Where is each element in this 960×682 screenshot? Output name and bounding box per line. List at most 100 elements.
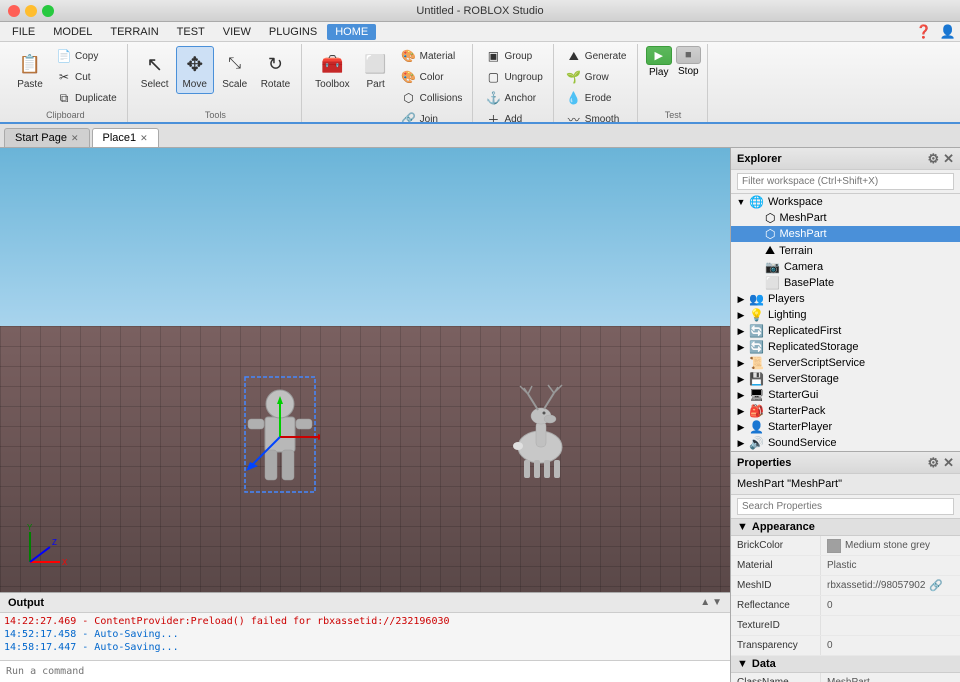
lighting-expand[interactable]: ▶ — [735, 310, 747, 321]
data-expand-icon[interactable]: ▼ — [737, 658, 748, 670]
explorer-close-icon[interactable]: ✕ — [943, 151, 954, 167]
tree-item-camera[interactable]: ▶ 📷 Camera — [731, 259, 960, 275]
titlebar: Untitled - ROBLOX Studio — [0, 0, 960, 22]
select-button[interactable]: ↖ Select — [136, 46, 174, 94]
paste-button[interactable]: 📋 Paste — [10, 46, 50, 94]
tab-place1[interactable]: Place1 ✕ — [92, 128, 159, 147]
part-button[interactable]: ⬜ Part — [357, 46, 395, 94]
add-button[interactable]: ＋ Add — [481, 109, 526, 124]
soundservice-icon: 🔊 — [749, 436, 764, 450]
account-icon[interactable]: 👤 — [940, 24, 956, 40]
duplicate-button[interactable]: ⧉ Duplicate — [52, 88, 121, 108]
tree-item-workspace[interactable]: ▼ 🌐 Workspace — [731, 194, 960, 210]
properties-settings-icon[interactable]: ⚙ — [927, 455, 939, 471]
ribbon-group-insert: 🧰 Toolbox ⬜ Part 🎨 Material 🎨 Color ⬡ Co — [304, 44, 473, 122]
tree-item-meshpart2[interactable]: ▶ ⬡ MeshPart — [731, 226, 960, 242]
explorer-search-input[interactable] — [737, 173, 954, 190]
tree-item-players[interactable]: ▶ 👥 Players — [731, 291, 960, 307]
tree-item-startergui[interactable]: ▶ 🖥 StarterGui — [731, 387, 960, 403]
help-icon[interactable]: ❓ — [916, 24, 932, 40]
players-expand[interactable]: ▶ — [735, 294, 747, 305]
starterplayer-expand[interactable]: ▶ — [735, 422, 747, 433]
minimize-button[interactable] — [25, 5, 37, 17]
rotate-button[interactable]: ↻ Rotate — [256, 46, 295, 94]
replicatedfirst-expand[interactable]: ▶ — [735, 326, 747, 337]
prop-section-data: ▼ Data — [731, 656, 960, 673]
move-button[interactable]: ✥ Move — [176, 46, 214, 94]
group-button[interactable]: ▣ Group — [481, 46, 536, 66]
startergui-expand[interactable]: ▶ — [735, 390, 747, 401]
meshid-link-icon[interactable]: 🔗 — [929, 579, 943, 592]
generate-button[interactable]: ⛰ Generate — [562, 46, 631, 66]
workspace-label: Workspace — [768, 196, 823, 208]
workspace-expand[interactable]: ▼ — [735, 197, 747, 207]
properties-search[interactable] — [731, 495, 960, 519]
join-button[interactable]: 🔗 Join — [397, 109, 442, 124]
lighting-icon: 💡 — [749, 308, 764, 322]
command-input[interactable] — [6, 666, 724, 677]
tab-close-place1[interactable]: ✕ — [140, 133, 148, 144]
play-button[interactable]: ▶ — [646, 46, 672, 65]
menu-view[interactable]: VIEW — [215, 24, 259, 40]
tree-item-starterpack[interactable]: ▶ 🎒 StarterPack — [731, 403, 960, 419]
collisions-button[interactable]: ⬡ Collisions — [397, 88, 467, 108]
serverstorage-expand[interactable]: ▶ — [735, 374, 747, 385]
properties-search-input[interactable] — [737, 498, 954, 515]
tree-item-replicatedfirst[interactable]: ▶ 🔄 ReplicatedFirst — [731, 323, 960, 339]
tree-item-lighting[interactable]: ▶ 💡 Lighting — [731, 307, 960, 323]
stop-button[interactable]: ■ — [676, 46, 701, 64]
menu-plugins[interactable]: PLUGINS — [261, 24, 325, 40]
soundservice-expand[interactable]: ▶ — [735, 438, 747, 449]
properties-close-icon[interactable]: ✕ — [943, 455, 954, 471]
erode-button[interactable]: 💧 Erode — [562, 88, 616, 108]
viewport-canvas[interactable]: X Y Z — [0, 148, 730, 592]
tree-item-replicatedstorage[interactable]: ▶ 🔄 ReplicatedStorage — [731, 339, 960, 355]
tab-close-start-page[interactable]: ✕ — [71, 133, 79, 144]
serverscriptservice-expand[interactable]: ▶ — [735, 358, 747, 369]
cut-button[interactable]: ✂ Cut — [52, 67, 95, 87]
tab-start-page[interactable]: Start Page ✕ — [4, 128, 90, 147]
properties-header-icons: ⚙ ✕ — [927, 455, 954, 471]
tree-item-meshpart1[interactable]: ▶ ⬡ MeshPart — [731, 210, 960, 226]
ungroup-button[interactable]: ▢ Ungroup — [481, 67, 546, 87]
material-button[interactable]: 🎨 Material — [397, 46, 460, 66]
tree-item-serverstorage[interactable]: ▶ 💾 ServerStorage — [731, 371, 960, 387]
menu-model[interactable]: MODEL — [45, 24, 100, 40]
maximize-button[interactable] — [42, 5, 54, 17]
replicatedstorage-expand[interactable]: ▶ — [735, 342, 747, 353]
tree-item-terrain[interactable]: ▶ ⛰ Terrain — [731, 242, 960, 259]
ribbon-group-tools: ↖ Select ✥ Move ⤡ Scale ↻ Rotate Tools — [130, 44, 302, 122]
output-line-0: 14:22:27.469 - ContentProvider:Preload()… — [4, 615, 726, 628]
menu-test[interactable]: TEST — [169, 24, 213, 40]
tree-item-serverscriptservice[interactable]: ▶ 📜 ServerScriptService — [731, 355, 960, 371]
tree-item-starterplayer[interactable]: ▶ 👤 StarterPlayer — [731, 419, 960, 435]
grow-button[interactable]: 🌱 Grow — [562, 67, 613, 87]
rotate-icon: ↻ — [261, 50, 289, 78]
explorer-title: Explorer — [737, 153, 782, 165]
color-button[interactable]: 🎨 Color — [397, 67, 448, 87]
explorer-search[interactable] — [731, 170, 960, 194]
lighting-label: Lighting — [768, 309, 807, 321]
appearance-expand-icon[interactable]: ▼ — [737, 521, 748, 533]
scale-button[interactable]: ⤡ Scale — [216, 46, 254, 94]
smooth-button[interactable]: 〰 Smooth — [562, 109, 623, 124]
copy-button[interactable]: 📄 Copy — [52, 46, 102, 66]
output-header: Output ▲ ▼ — [0, 593, 730, 613]
explorer-settings-icon[interactable]: ⚙ — [927, 151, 939, 167]
toolbox-button[interactable]: 🧰 Toolbox — [310, 46, 354, 94]
starterpack-expand[interactable]: ▶ — [735, 406, 747, 417]
tree-item-soundservice[interactable]: ▶ 🔊 SoundService — [731, 435, 960, 451]
output-scroll-up[interactable]: ▲ — [700, 597, 710, 608]
command-bar[interactable] — [0, 660, 730, 682]
menu-terrain[interactable]: TERRAIN — [102, 24, 166, 40]
menu-file[interactable]: FILE — [4, 24, 43, 40]
tree-item-baseplate[interactable]: ▶ ⬜ BasePlate — [731, 275, 960, 291]
menu-home[interactable]: HOME — [327, 24, 376, 40]
anchor-button[interactable]: ⚓ Anchor — [481, 88, 540, 108]
close-button[interactable] — [8, 5, 20, 17]
output-scroll-down[interactable]: ▼ — [712, 597, 722, 608]
properties-panel: Properties ⚙ ✕ MeshPart "MeshPart" ▼ App… — [731, 452, 960, 682]
workspace-icon: 🌐 — [749, 195, 764, 209]
stop-icon: ■ — [685, 49, 692, 61]
app-title: Untitled - ROBLOX Studio — [416, 5, 543, 17]
